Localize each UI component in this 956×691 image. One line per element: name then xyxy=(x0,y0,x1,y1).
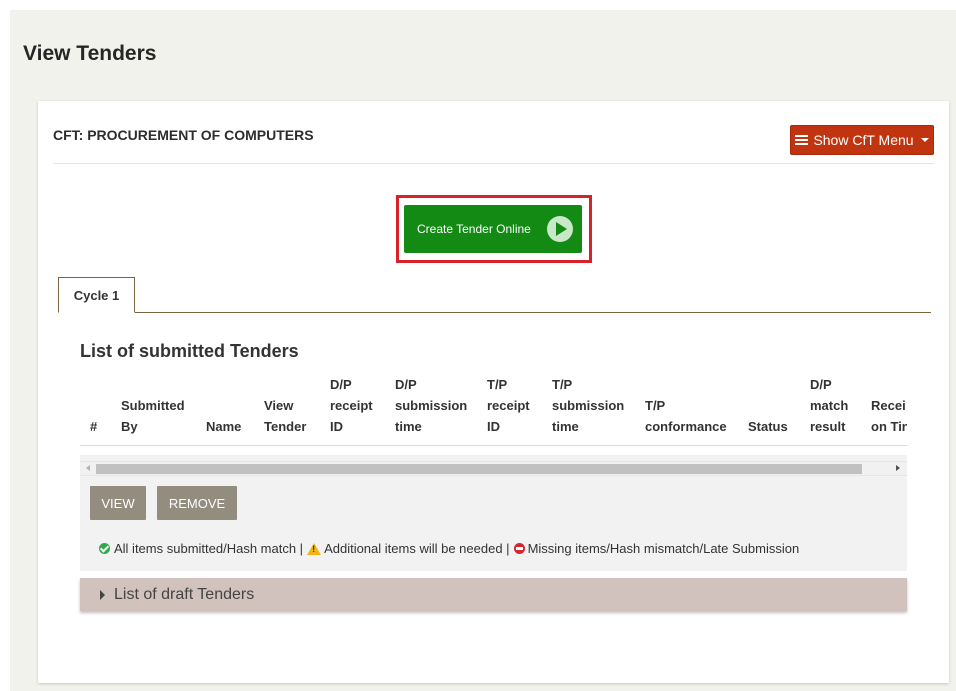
view-button[interactable]: VIEW xyxy=(90,486,146,520)
col-header-number: # xyxy=(90,419,98,434)
draft-tenders-label: List of draft Tenders xyxy=(114,585,255,603)
table-footer-panel: VIEW REMOVE All items submitted/Hash mat… xyxy=(80,455,907,571)
col-header-tp-conformance: T/P conformance xyxy=(645,398,727,434)
legend-warn-text: Additional items will be needed | xyxy=(324,541,510,556)
scrollbar-thumb[interactable] xyxy=(96,464,862,474)
col-header-dp-receipt-id: D/P receipt ID xyxy=(330,377,373,434)
caret-right-icon xyxy=(100,589,105,600)
horizontal-scrollbar[interactable] xyxy=(80,461,907,476)
minus-circle-icon xyxy=(513,543,525,554)
col-header-status: Status xyxy=(748,419,788,434)
cft-card: CFT: PROCUREMENT OF COMPUTERS Show CfT M… xyxy=(38,101,949,683)
table-header-divider xyxy=(80,445,907,446)
warning-icon xyxy=(307,542,322,555)
legend-ok-text: All items submitted/Hash match | xyxy=(114,541,304,556)
col-header-submitted-by: Submitted By xyxy=(121,398,185,434)
show-cft-menu-label: Show CfT Menu xyxy=(813,132,914,148)
scroll-left-arrow-icon[interactable] xyxy=(86,465,90,471)
create-tender-online-button[interactable]: Create Tender Online xyxy=(404,205,582,253)
col-header-view-tender: View Tender xyxy=(264,398,307,434)
col-header-tp-receipt-id: T/P receipt ID xyxy=(487,377,530,434)
col-header-tp-submission-time: T/P submission time xyxy=(552,377,625,434)
draft-tenders-accordion[interactable]: List of draft Tenders xyxy=(80,578,907,611)
create-tender-label: Create Tender Online xyxy=(417,222,531,236)
scroll-right-arrow-icon[interactable] xyxy=(896,465,900,471)
submitted-tenders-title: List of submitted Tenders xyxy=(80,341,299,361)
page-title: View Tenders xyxy=(23,42,157,65)
cft-title: CFT: PROCUREMENT OF COMPUTERS xyxy=(53,127,314,143)
col-header-received-on-time: Recei on Tin xyxy=(871,398,907,434)
col-header-dp-match-result: D/P match result xyxy=(810,377,849,434)
tab-cycle-1[interactable]: Cycle 1 xyxy=(58,277,135,313)
caret-down-icon xyxy=(920,138,929,142)
col-header-name: Name xyxy=(206,419,242,434)
play-icon xyxy=(547,216,573,242)
legend-missing-text: Missing items/Hash mismatch/Late Submiss… xyxy=(527,541,800,556)
show-cft-menu-button[interactable]: Show CfT Menu xyxy=(790,125,934,155)
status-legend: All items submitted/Hash match | Additio… xyxy=(99,541,799,556)
check-circle-icon xyxy=(99,543,110,554)
remove-button[interactable]: REMOVE xyxy=(157,486,237,520)
tab-underline xyxy=(58,312,931,313)
list-icon xyxy=(795,134,809,146)
header-divider xyxy=(53,163,934,164)
col-header-dp-submission-time: D/P submission time xyxy=(395,377,468,434)
